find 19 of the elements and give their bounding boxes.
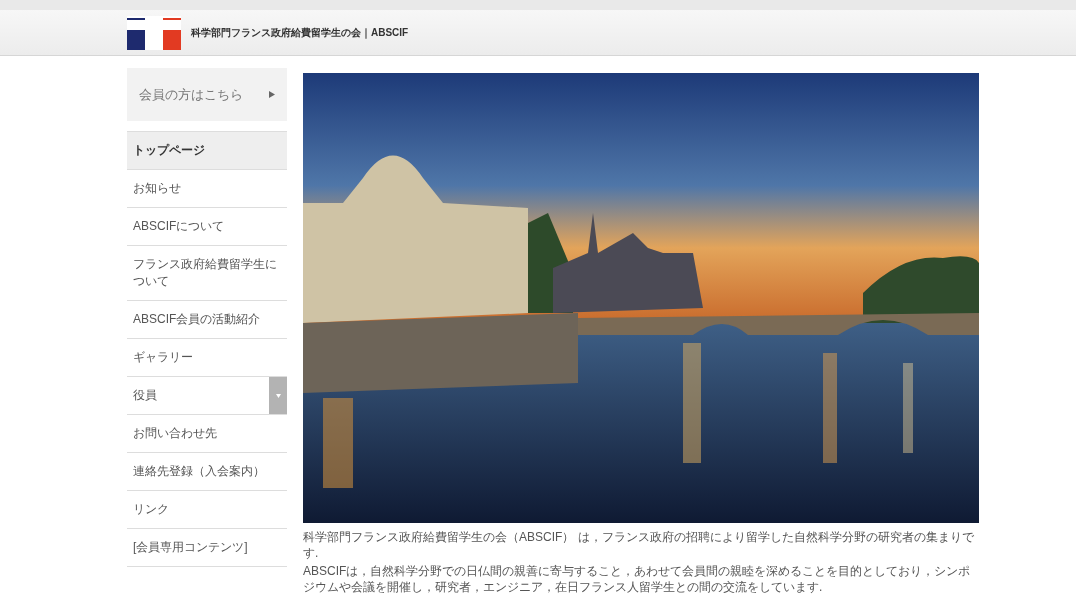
- nav-link[interactable]: お問い合わせ先: [127, 415, 287, 452]
- nav-link[interactable]: 連絡先登録（入会案内）: [127, 453, 287, 490]
- nav-link[interactable]: ABSCIFについて: [127, 208, 287, 245]
- caret-down-icon: [275, 393, 281, 398]
- intro-paragraph: 科学部門フランス政府給費留学生の会（ABSCIF） は，フランス政府の招聘により留学した自然科学分野の研究者の集まりです.: [303, 529, 975, 561]
- nav-link[interactable]: フランス政府給費留学生について: [127, 246, 287, 300]
- intro-paragraph: ABSCIFは，自然科学分野での日仏間の親善に寄与すること，あわせて会員間の親睦を深めることを目的としており，シンポジウムや会議を開催し，研究者，エンジニア，在日フランス人留学生との間の交流をしています.: [303, 563, 972, 595]
- nav-link[interactable]: ギャラリー: [127, 339, 287, 376]
- nav-link[interactable]: ABSCIF会員の活動紹介: [127, 301, 287, 338]
- nav-link[interactable]: リンク: [127, 491, 287, 528]
- nav-link[interactable]: お知らせ: [127, 170, 287, 207]
- nav-link[interactable]: トップページ: [127, 132, 287, 169]
- caret-icon: [269, 91, 275, 98]
- site-title[interactable]: 科学部門フランス政府給費留学生の会｜ABSCIF: [191, 25, 409, 40]
- submenu-toggle[interactable]: [269, 377, 287, 414]
- flag-logo-icon[interactable]: [127, 15, 181, 50]
- member-login-button[interactable]: 会員の方はこちら: [127, 68, 287, 121]
- nav-link[interactable]: 役員: [127, 377, 269, 414]
- nav-link[interactable]: [会員専用コンテンツ]: [127, 529, 287, 566]
